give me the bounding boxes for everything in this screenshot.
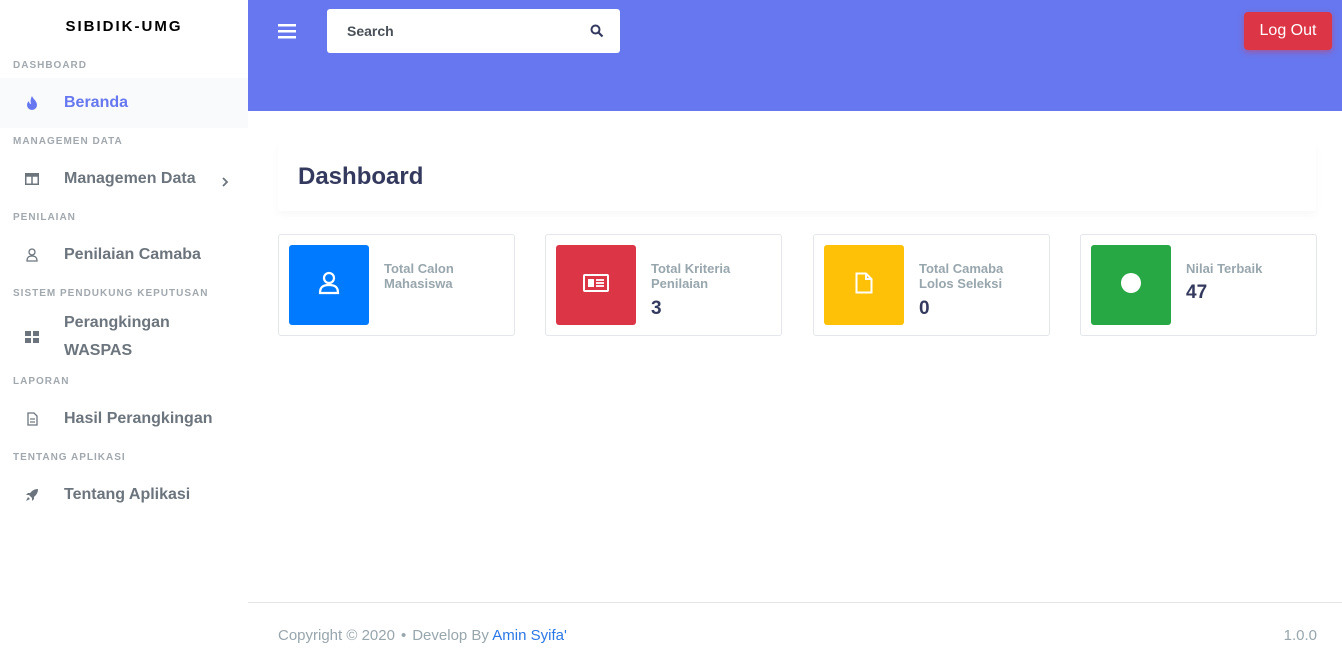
menu-header-tentang-aplikasi: TENTANG APLIKASI (13, 451, 126, 463)
develop-by-text: Develop By (412, 627, 489, 644)
sidebar-item-beranda[interactable]: Beranda (0, 78, 248, 128)
top-navbar: Log Out (248, 0, 1342, 111)
menu-header-managemen-data: MANAGEMEN DATA (13, 135, 123, 147)
page-title: Dashboard (298, 163, 424, 190)
version-text: 1.0.0 (1283, 627, 1317, 644)
user-icon (24, 247, 40, 263)
user-icon (318, 271, 340, 300)
stat-icon-box (824, 245, 904, 325)
sidebar-item-label: Penilaian Camaba (64, 246, 201, 263)
sidebar-item-label: Managemen Data (64, 170, 196, 187)
sidebar-item-tentang-aplikasi[interactable]: Tentang Aplikasi (0, 470, 248, 520)
fire-icon (24, 95, 40, 111)
th-large-icon (24, 329, 40, 345)
stat-label: Total Calon Mahasiswa (384, 261, 454, 291)
section-header: Dashboard (278, 143, 1316, 211)
hamburger-menu-icon[interactable] (278, 22, 296, 40)
stats-row: Total Calon Mahasiswa Total Kriteria Pen… (278, 234, 1318, 336)
footer-left: Copyright © 2020 • Develop By Amin Syifa' (278, 627, 567, 644)
stat-icon-box (289, 245, 369, 325)
footer-separator: • (400, 627, 407, 644)
stat-card-total-kriteria-penilaian: Total Kriteria Penilaian 3 (545, 234, 782, 336)
menu-header-laporan: LAPORAN (13, 375, 70, 387)
stat-value: 0 (919, 298, 930, 319)
stat-value: 47 (1186, 282, 1208, 303)
circle-icon (1120, 272, 1142, 299)
main-content: Dashboard Total Calon Mahasiswa Total Kr… (248, 111, 1342, 602)
sidebar-item-label: Beranda (64, 94, 129, 111)
sidebar-item-penilaian-camaba[interactable]: Penilaian Camaba (0, 230, 248, 280)
sidebar-item-hasil-perangkingan[interactable]: Hasil Perangkingan (0, 394, 248, 444)
menu-header-penilaian: PENILAIAN (13, 211, 76, 223)
sidebar-item-label: Hasil Perangkingan (64, 410, 213, 427)
search-input[interactable] (327, 23, 567, 39)
file-icon (855, 272, 873, 299)
newspaper-icon (583, 273, 609, 297)
stat-card-total-calon-mahasiswa: Total Calon Mahasiswa (278, 234, 515, 336)
chevron-right-icon (220, 174, 230, 187)
search-box (327, 9, 620, 53)
brand-logo[interactable]: SIBIDIK-UMG (0, 0, 248, 52)
stat-card-total-camaba-lolos-seleksi: Total Camaba Lolos Seleksi 0 (813, 234, 1050, 336)
stat-label: Nilai Terbaik (1186, 261, 1263, 276)
menu-header-dashboard: DASHBOARD (13, 59, 87, 71)
sidebar: SIBIDIK-UMG DASHBOARD Beranda MANAGEMEN … (0, 0, 248, 648)
stat-card-nilai-terbaik: Nilai Terbaik 47 (1080, 234, 1317, 336)
sidebar-item-managemen-data[interactable]: Managemen Data (0, 154, 248, 204)
file-icon (24, 411, 40, 427)
sidebar-item-label: Tentang Aplikasi (64, 486, 191, 503)
author-link[interactable]: Amin Syifa' (492, 627, 567, 644)
copyright-text: Copyright © 2020 (278, 627, 395, 644)
sidebar-item-label: Perangkingan WASPAS (64, 314, 170, 359)
stat-value: 3 (651, 298, 662, 319)
stat-label: Total Camaba Lolos Seleksi (919, 261, 1004, 291)
stat-icon-box (556, 245, 636, 325)
stat-label: Total Kriteria Penilaian (651, 261, 731, 291)
logout-button[interactable]: Log Out (1244, 12, 1332, 50)
sidebar-item-perangkingan-waspas[interactable]: Perangkingan WASPAS (0, 306, 248, 368)
columns-icon (24, 171, 40, 187)
rocket-icon (24, 487, 40, 503)
menu-header-spk: SISTEM PENDUKUNG KEPUTUSAN (13, 287, 209, 299)
search-icon[interactable] (590, 24, 604, 38)
footer: Copyright © 2020 • Develop By Amin Syifa' … (248, 602, 1342, 648)
stat-icon-box (1091, 245, 1171, 325)
